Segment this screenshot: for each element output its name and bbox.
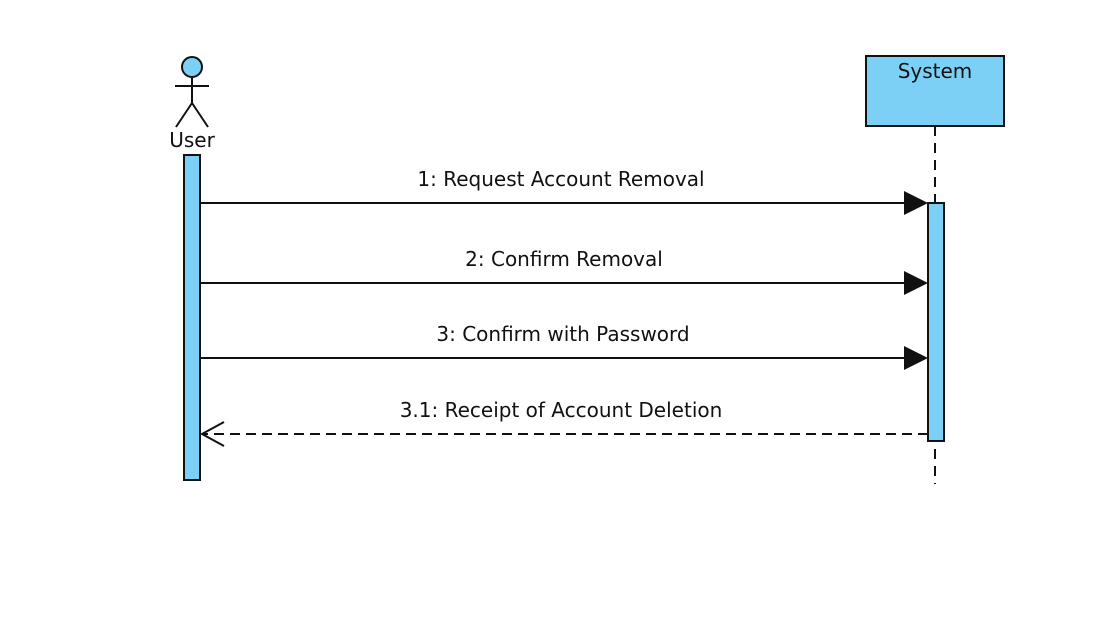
message-1-arrowhead xyxy=(904,191,928,215)
message-3-1-return[interactable]: 3.1: Receipt of Account Deletion xyxy=(199,398,928,447)
user-actor[interactable]: User xyxy=(169,56,216,152)
actor-label: User xyxy=(169,128,215,152)
message-3-label: 3: Confirm with Password xyxy=(436,322,689,346)
message-3[interactable]: 3: Confirm with Password xyxy=(200,322,928,370)
message-1[interactable]: 1: Request Account Removal xyxy=(200,167,928,215)
message-2[interactable]: 2: Confirm Removal xyxy=(200,247,928,295)
user-activation-bar[interactable] xyxy=(183,154,201,481)
message-2-arrowhead xyxy=(904,271,928,295)
sequence-diagram: User System 1: Request Account Removal 2… xyxy=(169,55,1005,484)
actor-left-leg xyxy=(175,102,193,128)
system-lifeline-label: System xyxy=(898,59,973,83)
system-activation-bar[interactable] xyxy=(927,202,945,442)
actor-head xyxy=(181,56,203,78)
message-3-1-label: 3.1: Receipt of Account Deletion xyxy=(400,398,723,422)
actor-right-leg xyxy=(191,102,209,128)
message-2-label: 2: Confirm Removal xyxy=(465,247,663,271)
message-1-label: 1: Request Account Removal xyxy=(417,167,704,191)
message-3-arrowhead xyxy=(904,346,928,370)
